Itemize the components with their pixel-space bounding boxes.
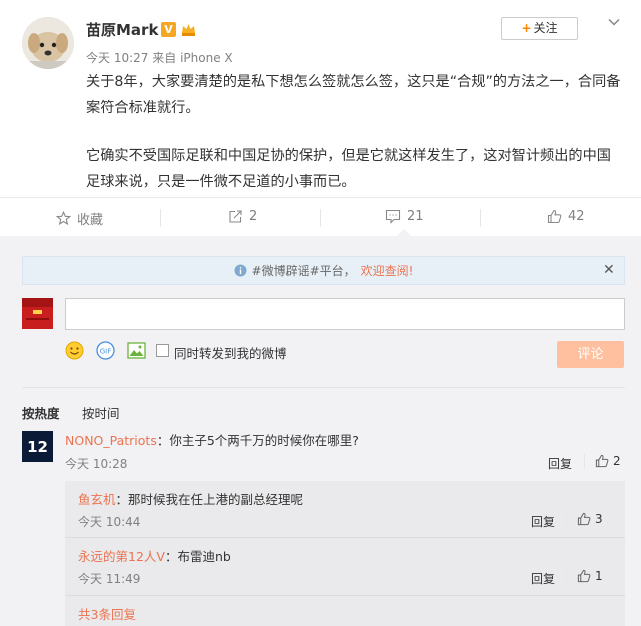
reply-button[interactable]: 回复 — [531, 570, 555, 587]
comment-icon — [385, 209, 401, 224]
reply-time: 今天 11:49 — [78, 572, 141, 586]
reply-button[interactable]: 回复 — [531, 513, 555, 530]
reply-like-button[interactable]: 3 — [577, 512, 603, 526]
action-separator — [320, 209, 321, 227]
plus-icon: + — [521, 21, 532, 35]
action-separator — [584, 454, 585, 468]
commenter-avatar[interactable]: 12 — [22, 431, 53, 462]
author-name[interactable]: 苗原Mark — [86, 19, 158, 40]
reply-like-button[interactable]: 1 — [577, 569, 603, 583]
chevron-down-icon[interactable] — [607, 14, 621, 28]
author-avatar[interactable] — [22, 17, 74, 69]
comment-like-button[interactable]: 2 — [595, 454, 621, 468]
reply-text: ：布雷迪nb — [164, 549, 231, 564]
comment-body: NONO_Patriots：你主子5个两千万的时候你在哪里? — [65, 430, 359, 449]
reply-like-count: 3 — [595, 512, 603, 526]
comment-button[interactable]: 21 — [385, 209, 424, 224]
close-icon[interactable]: ✕ — [603, 262, 615, 278]
reply-body: 鱼玄机：那时候我在任上港的副总经理呢 — [78, 489, 303, 508]
reply-time: 今天 10:44 — [78, 515, 141, 529]
reply-button[interactable]: 回复 — [548, 455, 572, 472]
favorite-button[interactable]: 收藏 — [56, 209, 103, 228]
image-icon[interactable] — [127, 341, 146, 360]
repost-icon — [229, 210, 242, 223]
notice-text[interactable]: #微博辟谣#平台， — [252, 262, 356, 279]
action-separator — [566, 569, 567, 583]
sort-by-hot-tab[interactable]: 按热度 — [22, 403, 60, 422]
repost-checkbox[interactable] — [156, 344, 169, 357]
thumbs-up-icon — [547, 209, 562, 224]
comment-text: ：你主子5个两千万的时候你在哪里? — [156, 433, 359, 448]
sort-divider — [22, 387, 625, 388]
repost-button[interactable]: 2 — [228, 209, 257, 224]
reply-body: 永远的第12人V：布雷迪nb — [78, 546, 231, 565]
vip-crown-icon — [180, 21, 197, 38]
more-replies-link[interactable]: 共3条回复 — [78, 604, 136, 623]
thumbs-up-icon — [595, 454, 609, 468]
action-separator — [480, 209, 481, 227]
repost-checkbox-label: 同时转发到我的微博 — [174, 346, 287, 361]
post-paragraph-2: 它确实不受国际足联和中国足协的保护，但是它就这样发生了，这对智计频出的中国足球来… — [86, 148, 611, 190]
follow-button[interactable]: + 关注 — [501, 17, 578, 40]
svg-text:GIF: GIF — [100, 348, 112, 356]
reply-divider — [65, 595, 625, 596]
thumbs-up-icon — [577, 569, 591, 583]
comment-time: 今天 10:28 — [65, 457, 128, 471]
comment-panel-pointer — [396, 229, 412, 237]
comment-like-count: 2 — [613, 454, 621, 468]
emoji-icon[interactable] — [65, 341, 84, 360]
comment-input[interactable] — [65, 298, 625, 330]
like-button[interactable]: 42 — [547, 209, 585, 224]
rumor-notice: #微博辟谣#平台， 欢迎查阅! — [22, 256, 625, 285]
comment-count: 21 — [407, 209, 424, 224]
follow-label: 关注 — [533, 21, 558, 35]
post-time[interactable]: 今天 10:27 — [86, 51, 148, 65]
post-source-prefix: 来自 — [152, 51, 177, 65]
action-separator — [566, 512, 567, 526]
repost-count: 2 — [249, 209, 258, 224]
post-source: iPhone X — [180, 51, 233, 65]
my-avatar — [22, 298, 53, 329]
reply-text: ：那时候我在任上港的副总经理呢 — [115, 492, 304, 507]
reply-author[interactable]: 鱼玄机 — [78, 492, 116, 507]
action-bar-divider — [0, 197, 641, 198]
thumbs-up-icon — [577, 512, 591, 526]
gif-icon[interactable]: GIF — [96, 341, 115, 360]
notice-link[interactable]: 欢迎查阅! — [361, 262, 414, 279]
post-meta: 今天 10:27 来自 iPhone X — [86, 49, 233, 66]
commenter-name[interactable]: NONO_Patriots — [65, 433, 157, 448]
favorite-label: 收藏 — [77, 213, 104, 228]
post-paragraph-1: 关于8年，大家要清楚的是私下想怎么签就怎么签，这只是“合规”的方法之一，合同备案… — [86, 74, 621, 116]
action-separator — [160, 209, 161, 227]
reply-author[interactable]: 永远的第12人V — [78, 549, 165, 564]
submit-comment-button[interactable]: 评论 — [557, 341, 624, 368]
reply-divider — [65, 537, 625, 538]
reply-like-count: 1 — [595, 569, 603, 583]
info-icon — [234, 264, 247, 277]
sort-by-time-tab[interactable]: 按时间 — [82, 403, 120, 422]
verified-icon: V — [161, 22, 176, 37]
like-count: 42 — [568, 209, 585, 224]
star-icon — [56, 211, 71, 226]
